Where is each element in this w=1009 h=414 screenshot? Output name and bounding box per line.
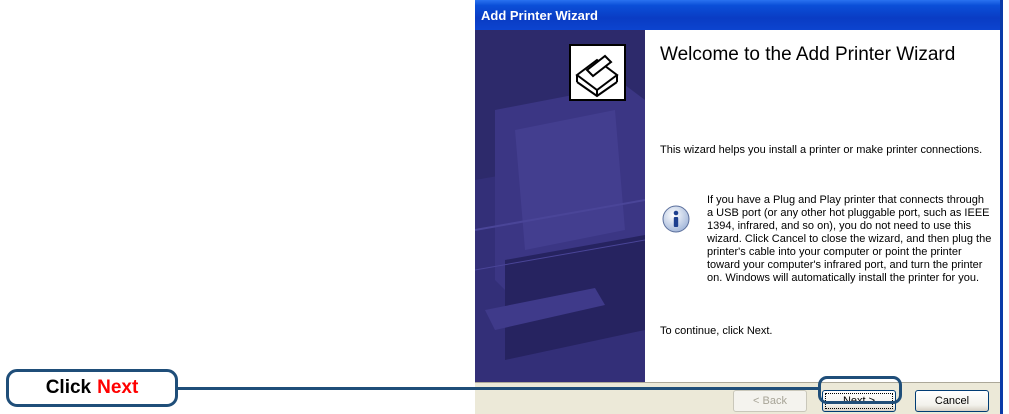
wizard-content: Welcome to the Add Printer Wizard This w… xyxy=(645,30,1000,382)
add-printer-wizard-window: Add Printer Wizard Welcome to the Add Pr… xyxy=(475,0,1003,414)
info-icon xyxy=(662,205,690,233)
intro-text: This wizard helps you install a printer … xyxy=(660,144,983,156)
welcome-heading: Welcome to the Add Printer Wizard xyxy=(660,44,956,65)
callout-highlight: Next xyxy=(97,377,139,398)
title-bar[interactable]: Add Printer Wizard xyxy=(475,0,1000,30)
callout-prefix: Click xyxy=(45,377,92,398)
next-button-highlight-outline xyxy=(818,376,902,404)
printer-icon xyxy=(569,44,626,101)
click-next-callout: Click Next xyxy=(6,369,178,407)
wizard-side-panel xyxy=(475,30,645,382)
printer-watermark-graphic xyxy=(475,30,645,382)
info-text: If you have a Plug and Play printer that… xyxy=(707,194,992,284)
cancel-button[interactable]: Cancel xyxy=(915,390,989,412)
window-title: Add Printer Wizard xyxy=(481,7,598,23)
back-button[interactable]: < Back xyxy=(733,390,807,412)
continue-text: To continue, click Next. xyxy=(660,325,773,337)
callout-connector-line xyxy=(178,387,819,390)
